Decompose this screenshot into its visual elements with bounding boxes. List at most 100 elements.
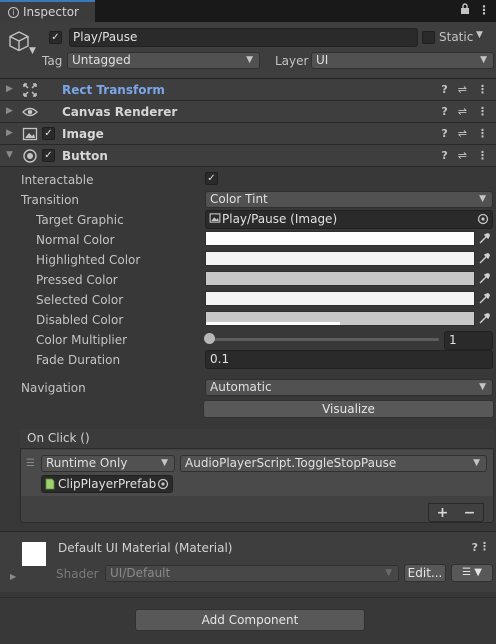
static-label: Static	[439, 30, 474, 44]
pressed-color-swatch[interactable]	[205, 271, 475, 286]
edit-shader-button[interactable]: Edit...	[404, 564, 446, 582]
selected-color-swatch[interactable]	[205, 291, 475, 306]
color-multiplier-slider-track[interactable]	[209, 338, 439, 341]
gameobject-header: ▼ ✓ Play/Pause Static ▼ Tag Untagged ▼ L…	[0, 22, 496, 79]
presets-icon[interactable]: ⇌	[458, 127, 467, 140]
component-image[interactable]: ▶ ✓ Image ? ⇌ ⋮	[0, 123, 496, 145]
tab-bar: i Inspector ⋮	[0, 0, 496, 22]
gameobject-cube-icon	[8, 30, 30, 52]
transition-label: Transition	[21, 193, 80, 207]
object-picker-icon[interactable]	[157, 478, 169, 494]
color-multiplier-input[interactable]: 1	[444, 331, 493, 350]
disabled-color-swatch[interactable]	[205, 311, 475, 326]
icon-dropdown-arrow-icon[interactable]: ▼	[29, 46, 36, 56]
more-options-icon[interactable]: ⋮	[477, 83, 488, 96]
help-icon[interactable]: ?	[441, 105, 447, 118]
static-checkbox[interactable]	[422, 31, 435, 44]
interactable-checkbox[interactable]: ✓	[205, 172, 218, 185]
chevron-down-icon: ▼	[385, 568, 392, 578]
component-enabled-checkbox[interactable]: ✓	[42, 127, 55, 140]
gameobject-name-input[interactable]: Play/Pause	[69, 28, 418, 47]
more-options-icon[interactable]: ⋮	[477, 149, 488, 162]
chevron-down-icon: ▼	[479, 194, 486, 204]
image-icon	[22, 126, 38, 142]
navigation-value: Automatic	[210, 380, 272, 394]
active-checkbox[interactable]: ✓	[49, 31, 62, 44]
help-icon[interactable]: ?	[441, 127, 447, 140]
target-graphic-value: Play/Pause (Image)	[222, 212, 338, 226]
add-listener-button[interactable]: +	[437, 505, 449, 521]
runtime-value: Runtime Only	[46, 456, 128, 470]
object-picker-icon[interactable]	[477, 213, 489, 230]
transition-dropdown[interactable]: Color Tint ▼	[205, 191, 493, 208]
fold-arrow-icon[interactable]: ▶	[10, 572, 16, 581]
more-options-icon[interactable]: ⋮	[477, 127, 488, 140]
visualize-button[interactable]: Visualize	[203, 400, 494, 418]
function-dropdown[interactable]: AudioPlayerScript.ToggleStopPause ▼	[180, 455, 487, 472]
transition-value: Color Tint	[210, 192, 268, 206]
component-tools: ? ⇌ ⋮	[441, 149, 488, 162]
presets-icon[interactable]: ⇌	[458, 105, 467, 118]
shader-value: UI/Default	[110, 566, 171, 580]
function-value: AudioPlayerScript.ToggleStopPause	[185, 456, 397, 470]
layer-dropdown[interactable]: UI ▼	[311, 52, 494, 69]
eyedropper-icon[interactable]	[478, 292, 492, 306]
help-icon[interactable]: ?	[441, 149, 447, 162]
chevron-down-icon: ▼	[480, 55, 487, 65]
shader-dropdown[interactable]: UI/Default ▼	[105, 565, 399, 582]
tab-title: Inspector	[23, 5, 79, 19]
disabled-color-label: Disabled Color	[36, 313, 124, 327]
chevron-down-icon: ▼	[246, 55, 253, 65]
more-options-icon[interactable]: ⋮	[478, 3, 490, 18]
eyedropper-icon[interactable]	[478, 312, 492, 326]
component-title: Canvas Renderer	[62, 105, 178, 119]
fold-arrow-icon[interactable]: ▼	[6, 150, 13, 160]
component-title: Image	[62, 127, 104, 141]
normal-color-swatch[interactable]	[205, 231, 475, 246]
divider	[0, 597, 496, 598]
add-component-button[interactable]: Add Component	[135, 609, 365, 631]
event-target-object-field[interactable]: ClipPlayerPrefab	[41, 475, 173, 493]
highlighted-color-swatch[interactable]	[205, 251, 475, 266]
eyedropper-icon[interactable]	[478, 272, 492, 286]
tag-label: Tag	[42, 54, 63, 68]
layer-value: UI	[316, 53, 329, 67]
fold-arrow-icon[interactable]: ▶	[6, 84, 13, 94]
fold-arrow-icon[interactable]: ▶	[6, 106, 13, 116]
component-rect-transform[interactable]: ▶ Rect Transform ? ⇌ ⋮	[0, 79, 496, 101]
drag-handle-icon[interactable]: ☰	[26, 458, 35, 469]
remove-listener-button[interactable]: −	[464, 505, 476, 521]
component-enabled-checkbox[interactable]: ✓	[42, 149, 55, 162]
target-graphic-field[interactable]: Play/Pause (Image)	[205, 210, 493, 229]
static-dropdown-arrow-icon[interactable]: ▼	[476, 30, 488, 42]
help-icon[interactable]: ?	[472, 541, 478, 554]
component-button[interactable]: ▼ ✓ Button ? ⇌ ⋮	[0, 145, 496, 167]
material-preview	[22, 542, 46, 566]
more-options-icon[interactable]: ⋮	[479, 540, 490, 553]
lock-icon[interactable]	[460, 3, 470, 18]
fold-arrow-icon[interactable]: ▶	[6, 128, 13, 138]
component-tools: ? ⇌ ⋮	[441, 105, 488, 118]
tag-dropdown[interactable]: Untagged ▼	[67, 52, 260, 69]
color-multiplier-label: Color Multiplier	[36, 333, 128, 347]
shader-options-button[interactable]: ☰ ▼	[451, 564, 493, 582]
alpha-bar	[206, 322, 340, 325]
tag-value: Untagged	[72, 53, 131, 67]
color-multiplier-slider-handle[interactable]	[204, 333, 215, 344]
tab-inspector[interactable]: i Inspector	[0, 0, 95, 22]
eyedropper-icon[interactable]	[478, 252, 492, 266]
eyedropper-icon[interactable]	[478, 232, 492, 246]
fade-duration-input[interactable]: 0.1	[205, 350, 493, 369]
navigation-dropdown[interactable]: Automatic ▼	[205, 379, 493, 396]
more-options-icon[interactable]: ⋮	[477, 105, 488, 118]
presets-icon[interactable]: ⇌	[458, 83, 467, 96]
component-canvas-renderer[interactable]: ▶ Canvas Renderer ? ⇌ ⋮	[0, 101, 496, 123]
runtime-dropdown[interactable]: Runtime Only ▼	[41, 455, 175, 472]
help-icon[interactable]: ?	[441, 83, 447, 96]
fade-duration-label: Fade Duration	[36, 353, 121, 367]
presets-icon[interactable]: ⇌	[458, 149, 467, 162]
normal-color-label: Normal Color	[36, 233, 115, 247]
navigation-label: Navigation	[21, 381, 86, 395]
chevron-down-icon: ▼	[479, 382, 486, 392]
info-icon: i	[8, 6, 19, 18]
